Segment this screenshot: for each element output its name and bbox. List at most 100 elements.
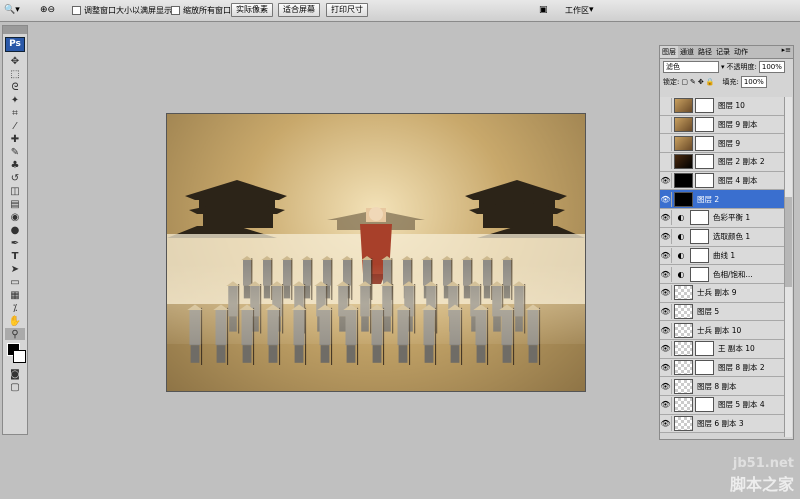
layer-row[interactable]: 👁 ◐ 选取颜色 1 — [660, 227, 784, 247]
layer-mask-thumbnail[interactable] — [690, 210, 709, 226]
resize-windows-option[interactable]: 调整窗口大小以满屏显示 — [72, 3, 172, 17]
blend-mode-select[interactable]: 滤色 — [663, 60, 719, 73]
eye-icon[interactable]: 👁 — [660, 416, 672, 432]
lock-transparency-icon[interactable]: ▢ — [681, 78, 688, 86]
zoom-all-option[interactable]: 缩放所有窗口 — [171, 3, 231, 17]
layer-row[interactable]: 👁 图层 5 — [660, 302, 784, 322]
zoom-tool-icon[interactable]: ⚲ — [5, 328, 25, 340]
magic-wand-icon[interactable]: ✦ — [5, 94, 25, 106]
layer-mask-thumbnail[interactable] — [695, 397, 714, 413]
eye-icon[interactable]: 👁 — [660, 173, 672, 189]
lasso-tool-icon[interactable]: ᘓ — [5, 81, 25, 93]
layer-row[interactable]: 👁 图层 2 — [660, 190, 784, 210]
hand-tool-icon[interactable]: ✋ — [5, 315, 25, 327]
document-canvas[interactable] — [166, 113, 586, 392]
tab-history[interactable]: 记录 — [714, 46, 732, 58]
eye-icon[interactable]: 👁 — [660, 229, 672, 245]
zoom-all-checkbox[interactable] — [171, 5, 180, 15]
eraser-tool-icon[interactable]: ◫ — [5, 185, 25, 197]
eye-icon[interactable] — [660, 154, 672, 170]
layer-row[interactable]: 👁 图层 8 副本 — [660, 377, 784, 396]
eye-icon[interactable]: 👁 — [660, 341, 672, 357]
resize-windows-checkbox[interactable] — [72, 5, 81, 15]
layer-mask-thumbnail[interactable] — [695, 359, 714, 375]
layer-row[interactable]: 图层 9 副本 — [660, 115, 784, 135]
screen-mode-icon[interactable]: ▢ — [5, 381, 25, 393]
notes-tool-icon[interactable]: ▦ — [5, 289, 25, 301]
eye-icon[interactable]: 👁 — [660, 266, 672, 282]
healing-brush-icon[interactable]: ✚ — [5, 133, 25, 145]
workspace-menu[interactable]: 工作区 ▾ — [565, 3, 594, 17]
layer-mask-thumbnail[interactable] — [690, 229, 709, 245]
history-brush-icon[interactable]: ↺ — [5, 172, 25, 184]
tab-channels[interactable]: 通道 — [678, 46, 696, 58]
layer-mask-thumbnail[interactable] — [690, 247, 709, 263]
fit-screen-button[interactable]: 适合屏幕 — [278, 3, 320, 17]
layer-row[interactable]: 👁 王 副本 10 — [660, 339, 784, 359]
scrollbar-thumb[interactable] — [785, 197, 792, 287]
opacity-input[interactable]: 100% — [758, 60, 785, 73]
zoom-tool-icon[interactable]: 🔍▾ — [4, 3, 20, 17]
panel-menu-icon[interactable]: ▸≡ — [782, 46, 793, 58]
lock-pixels-icon[interactable]: ✎ — [690, 78, 696, 86]
eye-icon[interactable] — [660, 98, 672, 114]
color-swatches-icon[interactable] — [5, 341, 26, 367]
crop-tool-icon[interactable]: ⌗ — [5, 107, 25, 119]
layer-row[interactable]: 👁 图层 8 副本 2 — [660, 358, 784, 378]
lock-position-icon[interactable]: ✥ — [698, 78, 704, 86]
eye-icon[interactable]: 👁 — [660, 359, 672, 375]
shape-tool-icon[interactable]: ▭ — [5, 276, 25, 288]
layer-row[interactable]: 👁 ◐ 曲线 1 — [660, 246, 784, 266]
brush-tool-icon[interactable]: ✎ — [5, 146, 25, 158]
eye-icon[interactable]: 👁 — [660, 378, 672, 394]
layer-row[interactable]: 👁 图层 5 副本 4 — [660, 396, 784, 415]
layer-row[interactable]: 👁 图层 4 副本 — [660, 171, 784, 191]
layer-row[interactable]: 👁 图层 6 副本 3 — [660, 414, 784, 434]
layers-scrollbar[interactable] — [784, 97, 792, 437]
palette-well-icon[interactable]: ▣ — [539, 3, 548, 17]
move-tool-icon[interactable]: ✥ — [5, 55, 25, 67]
eye-icon[interactable]: 👁 — [660, 285, 672, 301]
eyedropper-icon[interactable]: ⁒ — [5, 302, 25, 314]
ps-logo[interactable]: Ps — [5, 37, 25, 52]
zoom-in-out-icon[interactable]: ⊕⊖ — [40, 3, 55, 17]
eye-icon[interactable]: 👁 — [660, 191, 672, 207]
layer-mask-thumbnail[interactable] — [695, 135, 714, 151]
eye-icon[interactable]: 👁 — [660, 247, 672, 263]
fill-input[interactable]: 100% — [740, 75, 767, 88]
layer-mask-thumbnail[interactable] — [695, 117, 714, 133]
layer-mask-thumbnail[interactable] — [695, 154, 714, 170]
layer-row[interactable]: 👁 士兵 副本 10 — [660, 321, 784, 340]
gradient-tool-icon[interactable]: ▤ — [5, 198, 25, 210]
eye-icon[interactable] — [660, 135, 672, 151]
path-selection-icon[interactable]: ➤ — [5, 263, 25, 275]
layer-row[interactable]: 图层 10 — [660, 97, 784, 116]
layer-row[interactable]: 👁 士兵 副本 9 — [660, 283, 784, 303]
layer-mask-thumbnail[interactable] — [695, 98, 714, 114]
tab-actions[interactable]: 动作 — [732, 46, 750, 58]
tab-layers[interactable]: 图层 — [660, 46, 678, 58]
actual-pixels-button[interactable]: 实际像素 — [231, 3, 273, 17]
eye-icon[interactable]: 👁 — [660, 303, 672, 319]
layer-mask-thumbnail[interactable] — [695, 341, 714, 357]
pen-tool-icon[interactable]: ✒ — [5, 237, 25, 249]
dodge-tool-icon[interactable]: ● — [5, 224, 25, 236]
eye-icon[interactable]: 👁 — [660, 397, 672, 413]
layer-row[interactable]: 👁 ◐ 色彩平衡 1 — [660, 209, 784, 228]
eye-icon[interactable]: 👁 — [660, 322, 672, 338]
slice-tool-icon[interactable]: ⁄ — [5, 120, 25, 132]
layer-row[interactable]: 图层 9 — [660, 134, 784, 154]
eye-icon[interactable]: 👁 — [660, 210, 672, 226]
blur-tool-icon[interactable]: ◉ — [5, 211, 25, 223]
eye-icon[interactable] — [660, 117, 672, 133]
type-tool-icon[interactable]: T — [5, 250, 25, 262]
print-size-button[interactable]: 打印尺寸 — [326, 3, 368, 17]
quick-mask-icon[interactable]: ◙ — [5, 368, 25, 380]
tab-paths[interactable]: 路径 — [696, 46, 714, 58]
layer-row[interactable]: 图层 2 副本 2 — [660, 153, 784, 172]
layer-mask-thumbnail[interactable] — [690, 266, 709, 282]
layer-row[interactable]: 👁 ◐ 色相/饱和... — [660, 265, 784, 284]
layer-mask-thumbnail[interactable] — [695, 173, 714, 189]
lock-all-icon[interactable]: 🔒 — [706, 78, 715, 86]
toolbox-grip[interactable] — [3, 26, 27, 34]
